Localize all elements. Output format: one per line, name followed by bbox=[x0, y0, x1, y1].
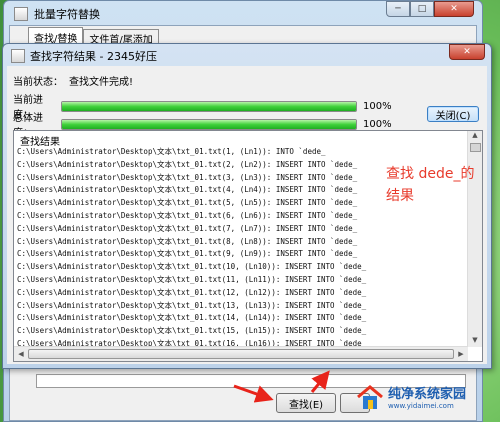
watermark: 纯净系统家园 www.yidaimei.com bbox=[356, 384, 466, 412]
arrow-left-icon bbox=[233, 384, 274, 403]
watermark-url: www.yidaimei.com bbox=[388, 401, 454, 410]
watermark-title: 纯净系统家园 bbox=[388, 386, 467, 402]
annotation-arrows bbox=[233, 370, 330, 403]
arrow-up-icon bbox=[310, 370, 330, 393]
house-logo-icon bbox=[356, 384, 384, 412]
